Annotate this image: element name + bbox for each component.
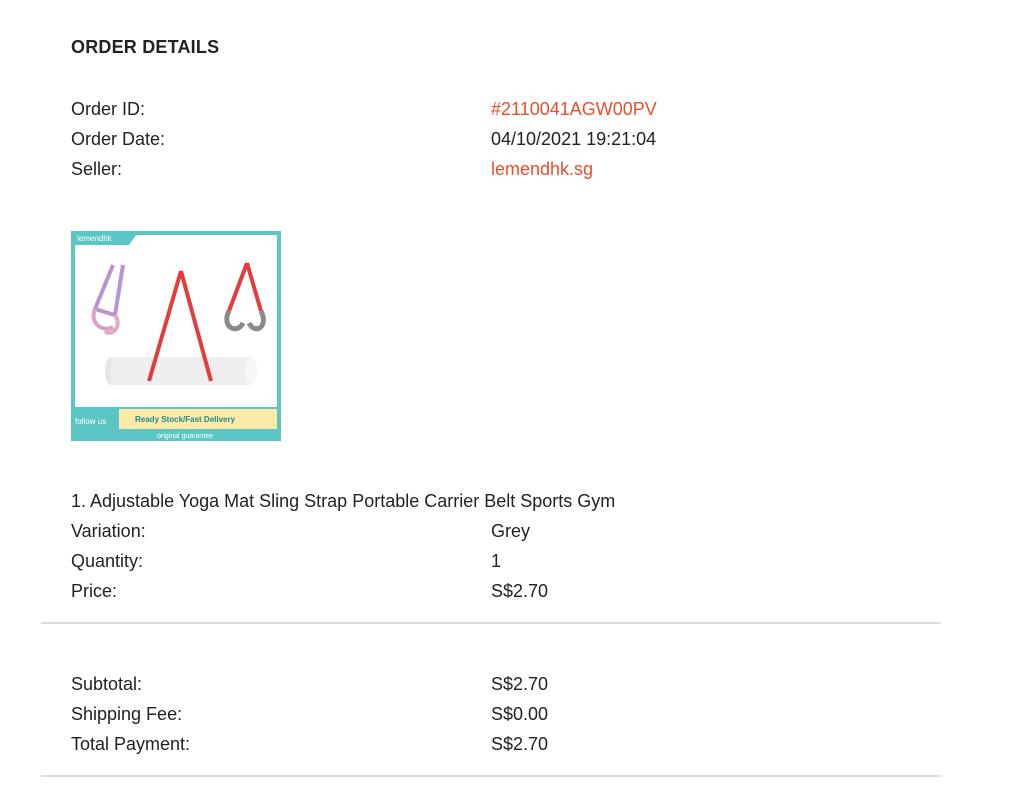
order-date-row: Order Date: 04/10/2021 19:21:04 (71, 128, 771, 150)
variation-value: Grey (491, 521, 531, 541)
order-details-title: ORDER DETAILS (71, 37, 220, 57)
guarantee-text: original guarantee (157, 433, 213, 440)
banner-text: Ready Stock/Fast Delivery (135, 415, 236, 424)
order-id-label: Order ID: (71, 99, 146, 119)
order-date-value: 04/10/2021 19:21:04 (491, 129, 657, 149)
subtotal-row: Subtotal: S$2.70 (71, 673, 771, 695)
variation-row: Variation: Grey (71, 520, 771, 542)
shop-tag-text: lemendhk (77, 234, 113, 243)
total-payment-label: Total Payment: (71, 734, 191, 754)
seller-link[interactable]: lemendhk.sg (491, 158, 593, 180)
quantity-value: 1 (491, 551, 502, 571)
quantity-label: Quantity: (71, 551, 144, 571)
shipping-fee-row: Shipping Fee: S$0.00 (71, 703, 771, 725)
order-id-link[interactable]: #2110041AGW00PV (491, 98, 657, 120)
subtotal-label: Subtotal: (71, 674, 143, 694)
price-row: Price: S$2.70 (71, 580, 771, 602)
seller-row: Seller: lemendhk.sg (71, 158, 771, 180)
divider (41, 622, 941, 624)
order-id-row: Order ID: #2110041AGW00PV (71, 98, 771, 120)
variation-label: Variation: (71, 521, 146, 541)
total-payment-value: S$2.70 (491, 734, 549, 754)
total-payment-row: Total Payment: S$2.70 (71, 733, 771, 755)
subtotal-value: S$2.70 (491, 674, 549, 694)
product-name[interactable]: 1. Adjustable Yoga Mat Sling Strap Porta… (71, 490, 615, 512)
price-label: Price: (71, 581, 118, 601)
price-value: S$2.70 (491, 581, 549, 601)
follow-us-text: follow us (75, 417, 106, 426)
quantity-row: Quantity: 1 (71, 550, 771, 572)
shipping-fee-value: S$0.00 (491, 704, 549, 724)
seller-label: Seller: (71, 159, 123, 179)
order-date-label: Order Date: (71, 129, 166, 149)
product-image[interactable]: lemendhk follow us Ready Stock/Fast Deli… (71, 231, 281, 441)
shipping-fee-label: Shipping Fee: (71, 704, 183, 724)
divider-bottom (41, 775, 941, 777)
